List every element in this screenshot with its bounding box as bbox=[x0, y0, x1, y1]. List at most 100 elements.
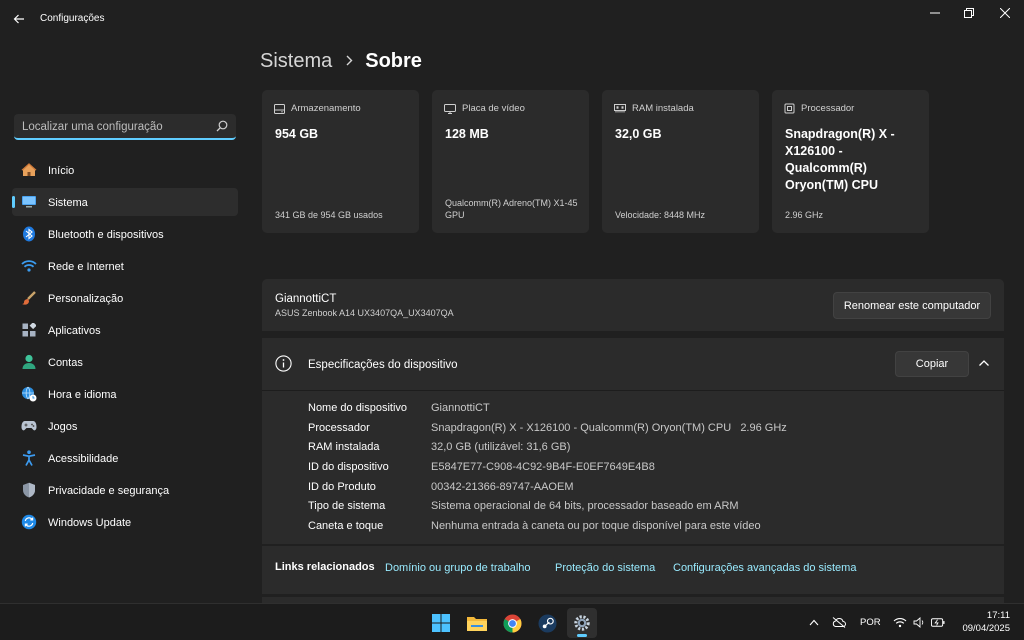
language-indicator[interactable]: POR bbox=[860, 617, 881, 628]
gpu-card[interactable]: Placa de vídeo 128 MB Qualcomm(R) Adreno… bbox=[432, 90, 589, 233]
minimize-icon bbox=[930, 12, 940, 14]
bluetooth-icon bbox=[20, 226, 38, 242]
battery-icon[interactable] bbox=[931, 615, 945, 629]
settings-icon bbox=[574, 615, 590, 631]
spec-key: RAM instalada bbox=[308, 441, 380, 454]
card-title: Placa de vídeo bbox=[462, 103, 525, 114]
info-icon bbox=[275, 355, 292, 372]
sidebar-nav: Início Sistema Bluetooth e dispositivos … bbox=[12, 156, 238, 540]
account-icon bbox=[20, 354, 38, 370]
storage-icon bbox=[274, 103, 285, 114]
card-title: Processador bbox=[801, 103, 855, 114]
sidebar-item-contas[interactable]: Contas bbox=[12, 348, 238, 376]
wifi-tray-icon[interactable] bbox=[893, 615, 907, 629]
steam-button[interactable] bbox=[532, 608, 562, 638]
chevron-up-tray-icon[interactable] bbox=[807, 615, 821, 629]
sidebar-item-hora-idioma[interactable]: Hora e idioma bbox=[12, 380, 238, 408]
spec-value: E5847E77-C908-4C92-9B4F-E0EF7649E4B8 bbox=[431, 461, 655, 474]
rename-computer-button[interactable]: Renomear este computador bbox=[833, 292, 991, 319]
globe-clock-icon bbox=[20, 386, 38, 402]
sidebar-item-label: Personalização bbox=[48, 293, 124, 305]
link-advanced-system-settings[interactable]: Configurações avançadas do sistema bbox=[673, 562, 856, 574]
storage-card[interactable]: Armazenamento 954 GB 341 GB de 954 GB us… bbox=[262, 90, 419, 233]
spec-key: Tipo de sistema bbox=[308, 500, 386, 513]
link-domain-workgroup[interactable]: Domínio ou grupo de trabalho bbox=[385, 562, 531, 574]
home-icon bbox=[20, 162, 38, 178]
spec-value: 00342-21366-89747-AAOEM bbox=[431, 480, 574, 493]
card-value: 128 MB bbox=[445, 127, 489, 141]
sidebar-item-label: Windows Update bbox=[48, 517, 132, 529]
sidebar-item-aplicativos[interactable]: Aplicativos bbox=[12, 316, 238, 344]
minimize-button[interactable] bbox=[918, 0, 952, 26]
breadcrumb: Sistema Sobre bbox=[260, 46, 422, 76]
sidebar-item-label: Rede e Internet bbox=[48, 261, 124, 273]
page-title: Sobre bbox=[365, 49, 422, 72]
paintbrush-icon bbox=[20, 290, 38, 306]
spec-value: Nenhuma entrada à caneta ou por toque di… bbox=[431, 520, 761, 533]
chrome-button[interactable] bbox=[497, 608, 527, 638]
gpu-icon bbox=[444, 103, 456, 114]
close-button[interactable] bbox=[988, 0, 1022, 26]
sidebar-item-privacidade[interactable]: Privacidade e segurança bbox=[12, 476, 238, 504]
gamepad-icon bbox=[20, 418, 38, 434]
spec-value: Snapdragon(R) X - X126100 - Qualcomm(R) … bbox=[431, 421, 787, 434]
spec-value: 32,0 GB (utilizável: 31,6 GB) bbox=[431, 441, 571, 454]
computer-name: GiannottiCT bbox=[275, 293, 337, 305]
copy-button[interactable]: Copiar bbox=[895, 351, 969, 377]
file-explorer-button[interactable] bbox=[462, 608, 492, 638]
spec-value: GiannottiCT bbox=[431, 402, 490, 414]
back-button[interactable] bbox=[8, 8, 30, 30]
card-footer: 341 GB de 954 GB usados bbox=[275, 210, 383, 220]
taskbar: POR 17:11 09/04/2025 bbox=[0, 603, 1024, 640]
cloud-offline-icon[interactable] bbox=[832, 615, 846, 629]
sidebar-item-acessibilidade[interactable]: Acessibilidade bbox=[12, 444, 238, 472]
cpu-icon bbox=[784, 103, 795, 114]
sidebar-item-bluetooth[interactable]: Bluetooth e dispositivos bbox=[12, 220, 238, 248]
breadcrumb-parent[interactable]: Sistema bbox=[260, 50, 332, 73]
device-specs-header[interactable]: Especificações do dispositivo Copiar bbox=[262, 338, 1004, 391]
sidebar-item-sistema[interactable]: Sistema bbox=[12, 188, 238, 216]
sidebar-item-inicio[interactable]: Início bbox=[12, 156, 238, 184]
spec-value: Sistema operacional de 64 bits, processa… bbox=[431, 500, 739, 513]
related-links: Links relacionados Domínio ou grupo de t… bbox=[262, 546, 1004, 594]
ram-card[interactable]: RAM instalada 32,0 GB Velocidade: 8448 M… bbox=[602, 90, 759, 233]
window-title: Configurações bbox=[40, 13, 105, 24]
restore-icon bbox=[964, 8, 974, 18]
search-input[interactable] bbox=[22, 118, 212, 135]
card-title: Armazenamento bbox=[291, 103, 361, 114]
system-monitor-icon bbox=[20, 194, 38, 210]
sidebar-item-windows-update[interactable]: Windows Update bbox=[12, 508, 238, 536]
spec-key: ID do dispositivo bbox=[308, 461, 389, 474]
processor-card[interactable]: Processador Snapdragon(R) X - X126100 - … bbox=[772, 90, 929, 233]
shield-icon bbox=[20, 482, 38, 498]
card-value: 954 GB bbox=[275, 127, 319, 141]
sidebar-item-label: Sistema bbox=[48, 197, 88, 209]
sidebar-item-label: Hora e idioma bbox=[48, 389, 117, 401]
sidebar-item-label: Contas bbox=[48, 357, 83, 369]
spec-key: ID do Produto bbox=[308, 480, 376, 493]
spec-key: Processador bbox=[308, 421, 370, 434]
restore-button[interactable] bbox=[952, 0, 986, 26]
sidebar-item-label: Jogos bbox=[48, 421, 78, 433]
clock[interactable]: 17:11 09/04/2025 bbox=[954, 609, 1010, 635]
apps-icon bbox=[20, 322, 38, 338]
clock-time: 17:11 bbox=[986, 610, 1010, 621]
computer-name-panel: GiannottiCT ASUS Zenbook A14 UX3407QA_UX… bbox=[262, 279, 1004, 331]
card-value: 32,0 GB bbox=[615, 127, 662, 141]
sidebar-item-jogos[interactable]: Jogos bbox=[12, 412, 238, 440]
chrome-icon bbox=[502, 613, 522, 633]
search-field[interactable] bbox=[14, 114, 236, 140]
link-system-protection[interactable]: Proteção do sistema bbox=[555, 562, 655, 574]
ram-icon bbox=[614, 104, 626, 113]
settings-taskbar-button[interactable] bbox=[567, 608, 597, 638]
sidebar-item-label: Início bbox=[48, 165, 75, 177]
volume-icon[interactable] bbox=[912, 615, 926, 629]
start-button[interactable] bbox=[426, 608, 456, 638]
close-icon bbox=[1000, 8, 1010, 18]
device-specs-panel: Especificações do dispositivo Copiar Nom… bbox=[262, 338, 1004, 544]
sidebar-item-label: Aplicativos bbox=[48, 325, 101, 337]
chevron-up-icon[interactable] bbox=[978, 358, 990, 368]
sidebar-item-rede[interactable]: Rede e Internet bbox=[12, 252, 238, 280]
sidebar-item-personalizacao[interactable]: Personalização bbox=[12, 284, 238, 312]
related-links-label: Links relacionados bbox=[275, 561, 375, 573]
